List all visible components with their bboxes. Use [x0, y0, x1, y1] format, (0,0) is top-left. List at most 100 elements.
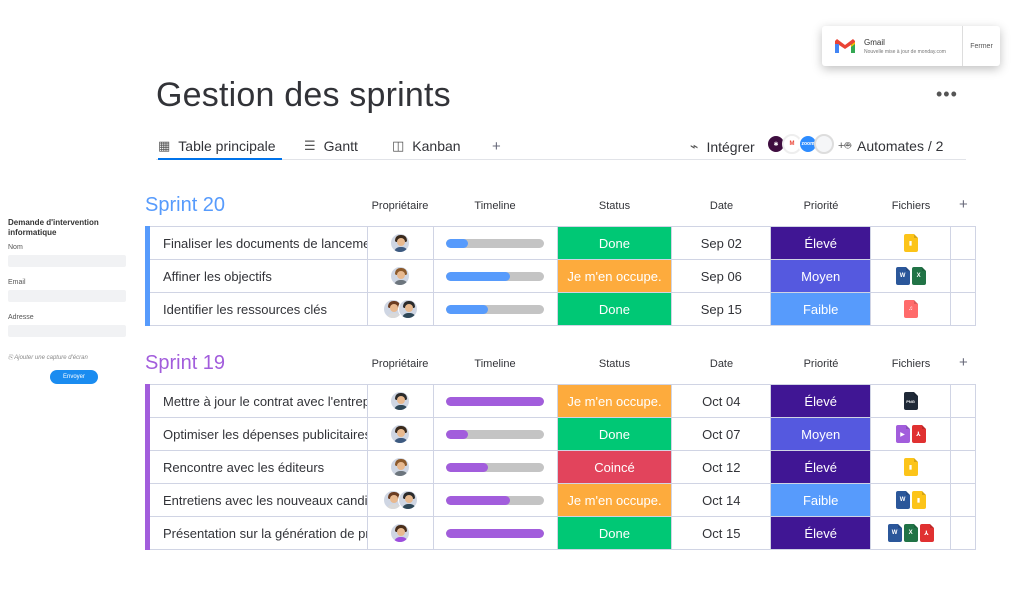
files-cell[interactable]: PNG: [870, 385, 950, 417]
group-title[interactable]: Sprint 19: [145, 352, 225, 375]
more-options-icon[interactable]: •••: [936, 84, 958, 105]
status-cell[interactable]: Done: [556, 517, 672, 549]
table-row[interactable]: Présentation sur la génération de prospe…: [145, 516, 975, 550]
table-row[interactable]: Mettre à jour le contrat avec l'entrepri…: [145, 384, 975, 418]
priority-cell[interactable]: Élevé: [770, 227, 871, 259]
status-cell[interactable]: Done: [556, 293, 672, 325]
task-name[interactable]: Mettre à jour le contrat avec l'entrepri…: [145, 385, 367, 417]
email-field[interactable]: [8, 290, 126, 302]
column-header-timeline[interactable]: Timeline: [433, 358, 557, 370]
submit-button[interactable]: Envoyer: [50, 370, 98, 384]
add-column-button[interactable]: +: [959, 354, 968, 371]
status-cell[interactable]: Je m'en occupe.: [556, 260, 672, 292]
audio-file-icon[interactable]: ♫: [903, 300, 918, 318]
owner-cell[interactable]: [366, 385, 433, 417]
date-cell[interactable]: Sep 02: [671, 227, 770, 259]
add-view-button[interactable]: +: [492, 138, 501, 155]
files-cell[interactable]: ▮: [870, 451, 950, 483]
zip-file-icon[interactable]: ▮: [903, 458, 918, 476]
owner-cell[interactable]: [366, 484, 433, 516]
word-file-icon[interactable]: W: [895, 491, 910, 509]
priority-cell[interactable]: Élevé: [770, 451, 871, 483]
date-cell[interactable]: Sep 15: [671, 293, 770, 325]
date-cell[interactable]: Oct 07: [671, 418, 770, 450]
table-row[interactable]: Finaliser les documents de lancement Done…: [145, 226, 975, 260]
task-name[interactable]: Optimiser les dépenses publicitaires: [145, 418, 367, 450]
timeline-cell[interactable]: [432, 227, 557, 259]
owner-cell[interactable]: [366, 293, 433, 325]
priority-cell[interactable]: Faible: [770, 484, 871, 516]
tab-gantt[interactable]: ☰ Gantt: [304, 138, 358, 154]
owner-cell[interactable]: [366, 517, 433, 549]
timeline-cell[interactable]: [432, 484, 557, 516]
column-header-status[interactable]: Status: [557, 358, 672, 370]
excel-file-icon[interactable]: X: [911, 267, 926, 285]
table-row[interactable]: Optimiser les dépenses publicitaires Done…: [145, 417, 975, 451]
date-cell[interactable]: Sep 06: [671, 260, 770, 292]
column-header-priority[interactable]: Priorité: [771, 358, 871, 370]
priority-cell[interactable]: Moyen: [770, 260, 871, 292]
files-cell[interactable]: ▶ ⅄: [870, 418, 950, 450]
integrate-button[interactable]: ⌁ Intégrer: [690, 138, 755, 155]
group-title[interactable]: Sprint 20: [145, 194, 225, 217]
attach-screenshot-link[interactable]: ⎘ Ajouter une capture d'écran: [0, 355, 130, 362]
task-name[interactable]: Identifier les ressources clés: [145, 293, 367, 325]
files-cell[interactable]: ♫: [870, 293, 950, 325]
notification-close-button[interactable]: Fermer: [962, 26, 1000, 66]
priority-cell[interactable]: Élevé: [770, 385, 871, 417]
column-header-date[interactable]: Date: [672, 200, 771, 212]
column-header-files[interactable]: Fichiers: [871, 358, 951, 370]
tab-kanban[interactable]: ◫ Kanban: [392, 138, 461, 154]
column-header-date[interactable]: Date: [672, 358, 771, 370]
column-header-priority[interactable]: Priorité: [771, 200, 871, 212]
integration-apps[interactable]: ✱ M zoom: [766, 134, 834, 154]
word-file-icon[interactable]: W: [887, 524, 902, 542]
png-file-icon[interactable]: PNG: [903, 392, 918, 410]
files-cell[interactable]: W ▮: [870, 484, 950, 516]
address-field[interactable]: [8, 325, 126, 337]
column-header-owner[interactable]: Propriétaire: [367, 200, 433, 212]
task-name[interactable]: Finaliser les documents de lancement: [145, 227, 367, 259]
column-header-owner[interactable]: Propriétaire: [367, 358, 433, 370]
priority-cell[interactable]: Faible: [770, 293, 871, 325]
timeline-cell[interactable]: [432, 418, 557, 450]
automations-button[interactable]: +🤖︎ Automates / 2: [838, 138, 943, 154]
priority-cell[interactable]: Élevé: [770, 517, 871, 549]
word-file-icon[interactable]: W: [895, 267, 910, 285]
task-name[interactable]: Affiner les objectifs: [145, 260, 367, 292]
priority-cell[interactable]: Moyen: [770, 418, 871, 450]
status-cell[interactable]: Done: [556, 227, 672, 259]
date-cell[interactable]: Oct 12: [671, 451, 770, 483]
table-row[interactable]: Entretiens avec les nouveaux candidats Je…: [145, 483, 975, 517]
task-name[interactable]: Entretiens avec les nouveaux candidats: [145, 484, 367, 516]
column-header-status[interactable]: Status: [557, 200, 672, 212]
files-cell[interactable]: ▮: [870, 227, 950, 259]
owner-cell[interactable]: [366, 418, 433, 450]
table-row[interactable]: Identifier les ressources clés Done Sep 15…: [145, 292, 975, 326]
task-name[interactable]: Rencontre avec les éditeurs: [145, 451, 367, 483]
table-row[interactable]: Affiner les objectifs Je m'en occupe. Sep …: [145, 259, 975, 293]
status-cell[interactable]: Done: [556, 418, 672, 450]
pdf-file-icon[interactable]: ⅄: [911, 425, 926, 443]
column-header-files[interactable]: Fichiers: [871, 200, 951, 212]
gmail-notification[interactable]: Gmail Nouvelle mise à jour de monday.com…: [822, 26, 1000, 66]
date-cell[interactable]: Oct 15: [671, 517, 770, 549]
table-row[interactable]: Rencontre avec les éditeurs Coincé Oct 12 É…: [145, 450, 975, 484]
status-cell[interactable]: Coincé: [556, 451, 672, 483]
task-name[interactable]: Présentation sur la génération de prospe…: [145, 517, 367, 549]
files-cell[interactable]: WX: [870, 260, 950, 292]
owner-cell[interactable]: [366, 260, 433, 292]
tab-main-table[interactable]: ▦ Table principale: [158, 138, 282, 160]
video-file-icon[interactable]: ▶: [895, 425, 910, 443]
date-cell[interactable]: Oct 14: [671, 484, 770, 516]
date-cell[interactable]: Oct 04: [671, 385, 770, 417]
add-column-button[interactable]: +: [959, 196, 968, 213]
timeline-cell[interactable]: [432, 451, 557, 483]
files-cell[interactable]: W X ⅄: [870, 517, 950, 549]
zip-file-icon[interactable]: ▮: [903, 234, 918, 252]
excel-file-icon[interactable]: X: [903, 524, 918, 542]
owner-cell[interactable]: [366, 227, 433, 259]
timeline-cell[interactable]: [432, 260, 557, 292]
status-cell[interactable]: Je m'en occupe.: [556, 385, 672, 417]
timeline-cell[interactable]: [432, 293, 557, 325]
